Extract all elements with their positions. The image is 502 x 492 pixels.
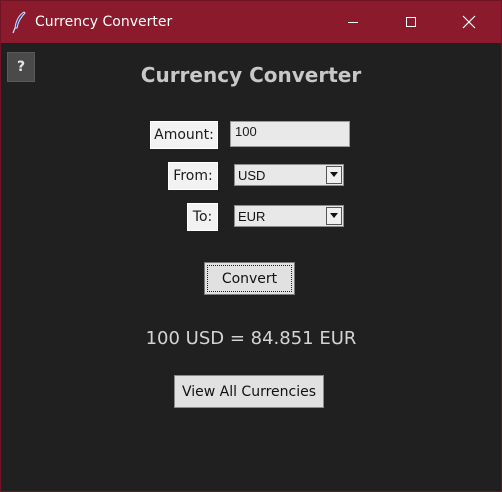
feather-icon [11, 10, 29, 34]
to-currency-select[interactable]: EUR [234, 205, 344, 227]
maximize-icon [405, 16, 417, 28]
maximize-button[interactable] [382, 1, 440, 43]
amount-field[interactable]: 100 [230, 121, 350, 147]
convert-button[interactable]: Convert [204, 262, 295, 295]
title-bar[interactable]: Currency Converter [1, 1, 501, 43]
minimize-button[interactable] [324, 1, 382, 43]
chevron-down-icon[interactable] [326, 166, 342, 184]
from-currency-value: USD [238, 168, 266, 183]
minimize-icon [347, 16, 359, 28]
close-button[interactable] [440, 1, 498, 43]
conversion-result: 100 USD = 84.851 EUR [145, 328, 357, 349]
app-window: Currency Converter ? Currency Converter … [0, 0, 502, 492]
from-label: From: [168, 162, 218, 190]
to-label: To: [187, 203, 218, 231]
view-all-currencies-button[interactable]: View All Currencies [174, 375, 324, 408]
chevron-down-icon[interactable] [326, 207, 342, 225]
page-title: Currency Converter [140, 63, 362, 87]
from-currency-select[interactable]: USD [234, 164, 344, 186]
amount-label: Amount: [150, 121, 218, 149]
window-title: Currency Converter [35, 14, 173, 30]
close-icon [462, 15, 476, 29]
to-currency-value: EUR [238, 209, 266, 224]
